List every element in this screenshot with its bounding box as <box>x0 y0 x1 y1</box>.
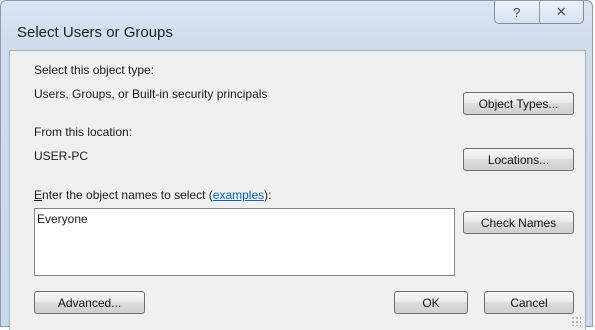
check-names-button[interactable]: Check Names <box>463 211 574 234</box>
dialog-body: Select this object type: Users, Groups, … <box>9 50 586 330</box>
help-icon: ? <box>513 4 521 20</box>
location-label: From this location: <box>34 125 133 139</box>
close-button[interactable]: ✕ <box>538 1 583 23</box>
cancel-button[interactable]: Cancel <box>484 291 574 314</box>
object-type-label: Select this object type: <box>34 63 155 77</box>
resize-grip-icon[interactable] <box>571 316 581 326</box>
object-names-input[interactable]: Everyone <box>34 208 455 276</box>
object-names-label-text: nter the object names to select ( <box>42 188 213 202</box>
object-names-label-end: ): <box>264 188 272 202</box>
object-type-value: Users, Groups, or Built-in security prin… <box>34 87 268 101</box>
caption-buttons: ? ✕ <box>494 1 584 24</box>
close-icon: ✕ <box>555 4 567 19</box>
select-users-dialog: Select Users or Groups ? ✕ Select this o… <box>0 0 593 330</box>
location-value: USER-PC <box>34 149 89 163</box>
object-names-label-mnemonic: E <box>34 188 43 202</box>
object-types-button[interactable]: Object Types... <box>463 92 574 115</box>
examples-link[interactable]: examples <box>213 188 264 202</box>
locations-button[interactable]: Locations... <box>463 148 574 171</box>
dialog-title: Select Users or Groups <box>17 24 173 41</box>
help-button[interactable]: ? <box>495 1 539 23</box>
object-names-label: Enter the object names to select (exampl… <box>34 188 271 202</box>
ok-button[interactable]: OK <box>394 291 468 314</box>
advanced-button[interactable]: Advanced... <box>34 291 145 314</box>
